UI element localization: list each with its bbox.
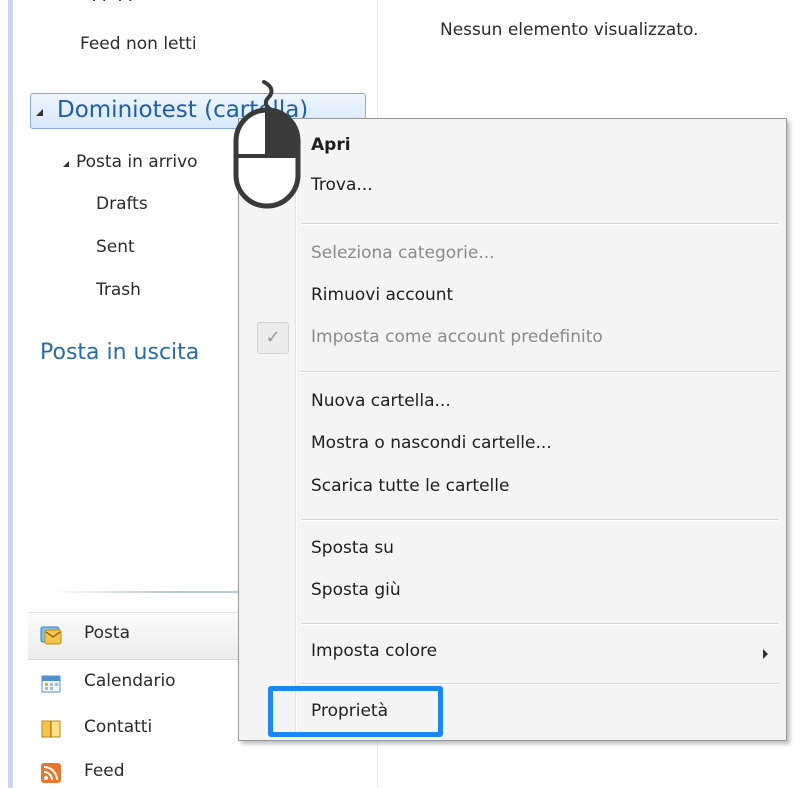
properties-highlight-annotation <box>268 686 443 737</box>
menu-label-set-color: Imposta colore <box>311 641 438 661</box>
menu-separator <box>301 623 779 625</box>
menu-label-download-all-folders: Scarica tutte le cartelle <box>311 476 510 496</box>
menu-separator <box>301 683 779 685</box>
mouse-click-icon <box>233 80 301 209</box>
unread-feeds-item[interactable]: Feed non letti <box>80 34 197 54</box>
nav-label-feed: Feed <box>84 761 125 781</box>
menu-item-open[interactable]: Apri <box>243 127 782 167</box>
menu-label-find: Trova... <box>311 175 373 195</box>
mail-icon <box>40 626 62 645</box>
sidebar-item-outbox[interactable]: Posta in uscita <box>40 340 199 365</box>
contacts-icon <box>41 720 61 738</box>
feed-icon <box>41 763 61 783</box>
menu-separator <box>301 223 779 225</box>
menu-label-show-hide-folders: Mostra o nascondi cartelle... <box>311 433 552 453</box>
nav-label-calendar: Calendario <box>84 671 176 691</box>
nav-label-contacts: Contatti <box>84 717 153 737</box>
sidebar-item-sent[interactable]: Sent <box>96 237 135 257</box>
menu-label-open: Apri <box>311 135 351 155</box>
sidebar-item-trash[interactable]: Trash <box>96 280 141 300</box>
menu-label-move-down: Sposta giù <box>311 580 401 600</box>
calendar-icon <box>41 675 61 693</box>
submenu-arrow-icon <box>763 649 768 659</box>
empty-list-message: Nessun elemento visualizzato. <box>440 20 699 40</box>
menu-label-select-categories: Seleziona categorie... <box>311 243 495 263</box>
menu-label-new-folder: Nuova cartella... <box>311 391 451 411</box>
menu-item-find[interactable]: Trova... <box>243 167 782 207</box>
inbox-collapse-triangle-icon[interactable] <box>63 161 69 167</box>
menu-item-download-all-folders[interactable]: Scarica tutte le cartelle <box>243 468 782 508</box>
context-menu: Apri Trova... Seleziona categorie... Rim… <box>238 118 787 741</box>
menu-item-set-default-account[interactable]: ✓ Imposta come account predefinito <box>243 319 782 359</box>
nav-item-feed[interactable]: Feed <box>40 758 370 788</box>
checkmark-icon: ✓ <box>257 322 289 354</box>
menu-item-move-up[interactable]: Sposta su <box>243 530 782 570</box>
menu-label-set-default-account: Imposta come account predefinito <box>311 327 603 347</box>
menu-item-set-color[interactable]: Imposta colore <box>243 633 782 673</box>
menu-separator <box>301 519 779 521</box>
menu-item-select-categories[interactable]: Seleziona categorie... <box>243 235 782 275</box>
menu-item-remove-account[interactable]: Rimuovi account <box>243 277 782 317</box>
menu-separator <box>301 371 779 373</box>
cut-off-folder-label: ᒣᒣ ᒣᒣ <box>86 0 133 6</box>
nav-label-mail: Posta <box>84 623 130 643</box>
menu-item-new-folder[interactable]: Nuova cartella... <box>243 383 782 423</box>
collapse-triangle-icon[interactable] <box>36 109 43 116</box>
menu-item-show-hide-folders[interactable]: Mostra o nascondi cartelle... <box>243 425 782 465</box>
menu-label-remove-account: Rimuovi account <box>311 285 454 305</box>
menu-item-move-down[interactable]: Sposta giù <box>243 572 782 612</box>
sidebar-item-drafts[interactable]: Drafts <box>96 194 148 214</box>
sidebar-item-inbox[interactable]: Posta in arrivo <box>76 152 198 172</box>
menu-label-move-up: Sposta su <box>311 538 394 558</box>
